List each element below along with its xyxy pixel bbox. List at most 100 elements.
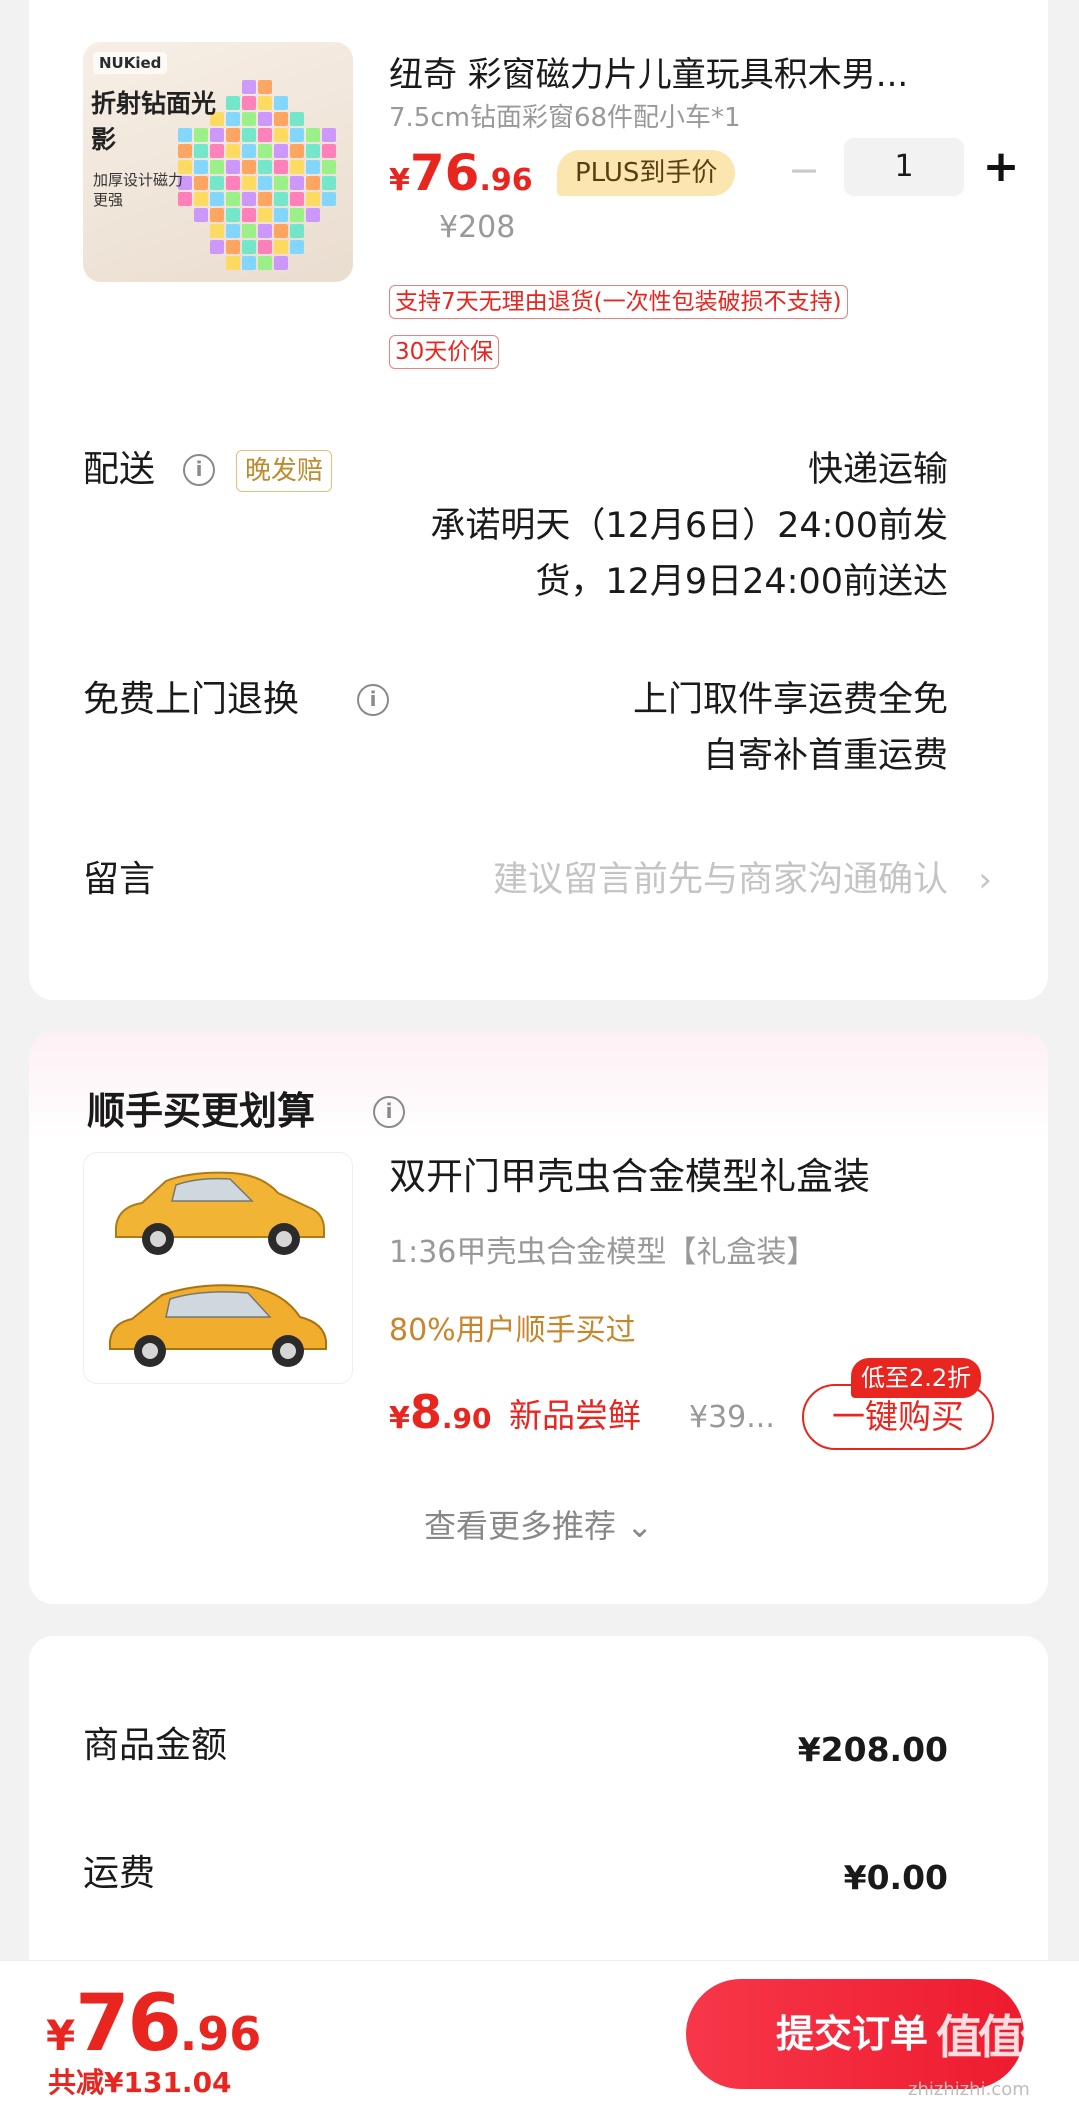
- chevron-right-icon[interactable]: ›: [978, 856, 992, 904]
- tile-shape: [210, 240, 224, 254]
- delivery-label: 配送: [83, 449, 156, 490]
- image-promo-sub: 加厚设计磁力更强: [93, 171, 184, 209]
- tile-shape: [210, 208, 224, 222]
- tile-shape: [258, 80, 272, 94]
- addon-product-spec: 1:36甲壳虫合金模型【礼盒装】: [389, 1235, 817, 1270]
- free-return-label: 免费上门退换: [83, 679, 300, 720]
- tile-shape: [322, 176, 336, 190]
- tile-shape: [226, 208, 240, 222]
- addon-price: ¥8.90: [389, 1382, 492, 1453]
- price-currency: ¥: [46, 2011, 76, 2060]
- delivery-promise-line1: 承诺明天（12月6日）24:00前发: [430, 506, 948, 546]
- product-image[interactable]: NUKied 折射钻面光影 加厚设计磁力更强: [83, 42, 353, 282]
- late-compensation-badge: 晚发赔: [236, 450, 333, 492]
- tile-shape: [274, 144, 288, 158]
- info-icon[interactable]: i: [183, 454, 215, 486]
- watermark-url: zhizhizhi.com: [908, 2079, 1030, 2100]
- tile-shape: [322, 192, 336, 206]
- tile-shape: [290, 128, 304, 142]
- tile-shape: [242, 160, 256, 174]
- tile-shape: [226, 192, 240, 206]
- tile-shape: [226, 256, 240, 270]
- tile-shape: [274, 128, 288, 142]
- tile-shape: [242, 256, 256, 270]
- quantity-input[interactable]: 1: [844, 138, 964, 196]
- tile-shape: [242, 128, 256, 142]
- tile-shape: [306, 192, 320, 206]
- tile-shape: [258, 160, 272, 174]
- original-price: ¥208: [439, 210, 516, 245]
- tile-shape: [258, 128, 272, 142]
- tile-shape: [306, 208, 320, 222]
- price-decimal: .96: [179, 2007, 262, 2061]
- checkout-bar: ¥76.96 共减¥131.04 提交订单 值值值 zhizhizhi.com: [0, 1960, 1079, 2110]
- message-label: 留言: [83, 859, 156, 900]
- tile-shape: [258, 224, 272, 238]
- quantity-minus-button[interactable]: −: [784, 145, 824, 195]
- tile-shape: [274, 224, 288, 238]
- chevron-down-icon: ⌄: [626, 1507, 653, 1545]
- free-return-line2: 自寄补首重运费: [702, 736, 948, 776]
- see-more-recommendations[interactable]: 查看更多推荐 ⌄: [29, 1502, 1048, 1550]
- brand-logo: NUKied: [93, 52, 168, 74]
- price-protect-tag: 30天价保: [389, 335, 500, 369]
- shipping-label: 运费: [83, 1853, 156, 1894]
- tile-shape: [242, 208, 256, 222]
- yellow-car-icon: [109, 1284, 327, 1367]
- tile-shape: [210, 160, 224, 174]
- addon-product-image[interactable]: [83, 1152, 353, 1384]
- yellow-car-icon: [115, 1171, 325, 1255]
- tile-shape: [274, 208, 288, 222]
- tile-shape: [242, 240, 256, 254]
- price-decimal: .96: [479, 163, 533, 198]
- tile-shape: [322, 144, 336, 158]
- product-price: ¥76.96: [389, 138, 533, 208]
- quantity-plus-button[interactable]: +: [979, 138, 1023, 196]
- tile-shape: [274, 192, 288, 206]
- tile-shape: [258, 256, 272, 270]
- tile-shape: [322, 128, 336, 142]
- tile-shape: [274, 256, 288, 270]
- message-input[interactable]: 建议留言前先与商家沟通确认: [493, 856, 948, 904]
- tile-shape: [258, 192, 272, 206]
- tile-shape: [274, 160, 288, 174]
- addon-product-name[interactable]: 双开门甲壳虫合金模型礼盒装: [389, 1150, 870, 1204]
- addon-users-stat: 80%用户顺手买过: [389, 1313, 636, 1348]
- tile-shape: [290, 112, 304, 126]
- tile-shape: [242, 80, 256, 94]
- info-icon[interactable]: i: [357, 684, 389, 716]
- delivery-method[interactable]: 快递运输: [808, 442, 948, 498]
- shipping-value: ¥0.00: [843, 1858, 948, 1897]
- price-integer: 8: [409, 1385, 442, 1439]
- tile-shape: [194, 160, 208, 174]
- image-promo-main: 折射钻面光影: [91, 89, 217, 154]
- discount-badge: 低至2.2折: [851, 1358, 982, 1398]
- tile-shape: [274, 176, 288, 190]
- total-reduction[interactable]: 共减¥131.04: [48, 2065, 232, 2101]
- tile-shape: [274, 96, 288, 110]
- goods-amount-label: 商品金额: [83, 1725, 228, 1766]
- tile-shape: [226, 224, 240, 238]
- tile-shape: [242, 224, 256, 238]
- tile-shape: [226, 240, 240, 254]
- plus-price-badge: PLUS到手价: [557, 150, 736, 196]
- tile-shape: [290, 240, 304, 254]
- watermark-logo: 值值值: [936, 2010, 1066, 2064]
- product-card: NUKied 折射钻面光影 加厚设计磁力更强 纽奇 彩窗磁力片儿童玩具积木男..…: [29, 0, 1048, 1000]
- tile-shape: [210, 224, 224, 238]
- tile-shape: [226, 176, 240, 190]
- see-more-label: 查看更多推荐: [424, 1507, 617, 1545]
- free-return-line1: 上门取件享运费全免: [632, 680, 948, 720]
- tile-shape: [242, 192, 256, 206]
- tile-shape: [242, 96, 256, 110]
- tile-shape: [306, 128, 320, 142]
- price-currency: ¥: [389, 163, 410, 198]
- tile-shape: [258, 144, 272, 158]
- tile-shape: [194, 208, 208, 222]
- info-icon[interactable]: i: [373, 1096, 405, 1128]
- price-integer: 76: [409, 144, 480, 202]
- product-title[interactable]: 纽奇 彩窗磁力片儿童玩具积木男...: [389, 52, 1009, 98]
- tile-shape: [290, 208, 304, 222]
- product-spec[interactable]: 7.5cm钻面彩窗68件配小车*1: [389, 100, 741, 136]
- tile-shape: [290, 176, 304, 190]
